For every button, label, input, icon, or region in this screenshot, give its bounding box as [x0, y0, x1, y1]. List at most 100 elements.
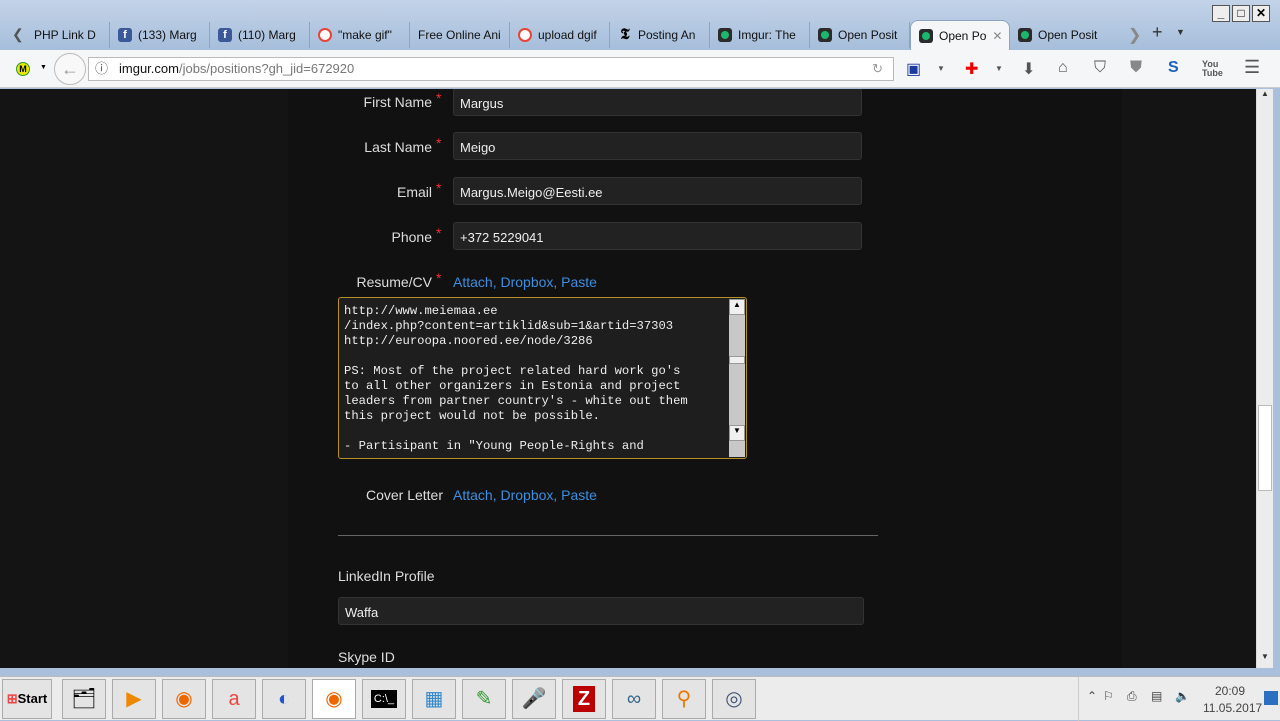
app-icon[interactable]: a [212, 679, 256, 719]
tab[interactable]: f (133) Marg [110, 22, 210, 48]
scroll-down-icon[interactable]: ▼ [729, 425, 745, 441]
navigation-bar: M ▼ ← ⓘ imgur.com/jobs/positions?gh_jid=6… [0, 50, 1280, 88]
explorer-icon[interactable]: 🗂 [62, 679, 106, 719]
tab-list-icon[interactable]: ▼ [1176, 27, 1185, 37]
volume-icon[interactable]: 🔈 [1175, 689, 1190, 703]
windows-icon: ⊞ [6, 691, 18, 706]
show-hidden-icons[interactable]: ⌃ [1087, 689, 1097, 703]
tab-bar: _ □ ✕ ❮ PHP Link D f (133) Marg f (110) Ma… [0, 0, 1280, 50]
media-player-icon[interactable]: ▶ [112, 679, 156, 719]
tab[interactable]: upload dgif [510, 22, 610, 48]
imgur-icon [818, 28, 832, 42]
extension-icon[interactable]: M [16, 62, 30, 76]
tab-label: Open Posit [838, 28, 898, 42]
download-icon[interactable]: ⬇ [1022, 59, 1035, 79]
maximize-button[interactable]: □ [1232, 5, 1250, 22]
notepad-icon[interactable]: ✎ [462, 679, 506, 719]
start-button[interactable]: ⊞Start [2, 679, 52, 719]
required-marker: * [436, 270, 442, 286]
scroll-up-icon[interactable]: ▲ [729, 299, 745, 315]
search-app-icon[interactable]: ⚲ [662, 679, 706, 719]
pocket-icon[interactable]: ⛉ [1094, 59, 1106, 77]
tab-scroll-left-icon[interactable]: ❮ [12, 26, 24, 43]
email-label: Email [396, 184, 432, 200]
phone-input[interactable]: +372 5229041 [453, 222, 862, 250]
url-path: /jobs/positions?gh_jid=672920 [178, 61, 355, 76]
tab-label: (110) Marg [238, 28, 296, 42]
resume-label: Resume/CV [356, 274, 432, 290]
dropdown-icon[interactable]: ▼ [40, 64, 47, 71]
linkedin-label: LinkedIn Profile [338, 568, 435, 584]
tab-label: Open Posit [1038, 28, 1098, 42]
microphone-icon[interactable]: 🎤 [512, 679, 556, 719]
network-icon[interactable]: ▤ [1151, 689, 1162, 703]
firefox-icon[interactable]: ◉ [162, 679, 206, 719]
tab-scroll-right-icon[interactable]: ❯ [1128, 25, 1141, 45]
tab[interactable]: f (110) Marg [210, 22, 310, 48]
app-icon[interactable]: ◎ [712, 679, 756, 719]
tab-label: PHP Link D [34, 28, 96, 42]
tab[interactable]: "make gif" [310, 22, 410, 48]
tab[interactable]: Open Posit [1010, 22, 1110, 48]
close-window-button[interactable]: ✕ [1252, 5, 1270, 22]
save-icon[interactable]: ▣ [906, 59, 921, 79]
tab-label: Free Online Ani [418, 28, 501, 42]
clock-date[interactable]: 11.05.2017 [1203, 701, 1262, 715]
clock-time[interactable]: 20:09 [1215, 684, 1245, 698]
last-name-input[interactable]: Meigo [453, 132, 862, 160]
tab[interactable]: Open Posit [810, 22, 910, 48]
youtube-icon[interactable]: You Tube [1202, 60, 1223, 78]
scroll-thumb[interactable] [1258, 405, 1272, 491]
home-icon[interactable]: ⌂ [1058, 59, 1068, 77]
tab-label: (133) Marg [138, 28, 197, 42]
url-domain: imgur.com [119, 61, 179, 76]
linkedin-input[interactable]: Waffa [338, 597, 864, 625]
skype-label: Skype ID [338, 649, 395, 665]
device-icon[interactable]: ⎙ [1127, 689, 1137, 704]
tab-active[interactable]: Open Po ✕ [910, 20, 1010, 50]
calculator-icon[interactable]: ▦ [412, 679, 456, 719]
flag-icon[interactable]: ⚐ [1103, 689, 1114, 703]
info-icon[interactable]: ⓘ [95, 58, 108, 80]
imgur-icon [919, 28, 933, 43]
facebook-icon: f [118, 28, 132, 42]
skype-icon[interactable]: S [1168, 59, 1179, 77]
close-tab-icon[interactable]: ✕ [992, 29, 1002, 43]
cover-letter-label: Cover Letter [365, 487, 443, 503]
tab[interactable]: Free Online Ani [410, 22, 510, 48]
tab[interactable]: PHP Link D [26, 22, 110, 48]
scroll-thumb[interactable] [729, 356, 745, 364]
first-aid-icon[interactable]: ✚ [965, 59, 978, 79]
show-desktop-icon[interactable] [1264, 691, 1278, 705]
scroll-down-icon[interactable]: ▼ [1257, 652, 1273, 668]
tab[interactable]: 𝕿 Posting An [610, 22, 710, 48]
tab[interactable]: Imgur: The [710, 22, 810, 48]
dropdown-icon[interactable]: ▼ [937, 64, 945, 73]
scroll-up-icon[interactable]: ▲ [1257, 89, 1273, 105]
app-icon[interactable]: ∞ [612, 679, 656, 719]
new-tab-icon[interactable]: + [1152, 22, 1163, 43]
nyt-icon: 𝕿 [620, 27, 630, 43]
required-marker: * [436, 90, 442, 106]
back-button[interactable]: ← [54, 53, 86, 85]
app-icon[interactable]: ◐ [262, 679, 306, 719]
url-bar[interactable]: ⓘ imgur.com/jobs/positions?gh_jid=672920 ↻ [88, 57, 894, 81]
minimize-button[interactable]: _ [1212, 5, 1230, 22]
textarea-scrollbar[interactable]: ▲ ▼ [729, 299, 745, 457]
page-scrollbar[interactable]: ▲ ▼ [1256, 89, 1273, 668]
reload-icon[interactable]: ↻ [872, 58, 883, 80]
email-input[interactable]: Margus.Meigo@Eesti.ee [453, 177, 862, 205]
terminal-icon[interactable]: C:\_ [362, 679, 406, 719]
dropdown-icon[interactable]: ▼ [995, 64, 1003, 73]
filezilla-icon[interactable]: Z [562, 679, 606, 719]
cover-letter-attach-links[interactable]: Attach, Dropbox, Paste [453, 487, 597, 503]
ublock-icon[interactable]: ⛊ [1130, 59, 1142, 77]
resume-textarea[interactable]: http://www.meiemaa.ee /index.php?content… [338, 297, 747, 459]
firefox-icon[interactable]: ◉ [312, 679, 356, 719]
first-name-input[interactable]: Margus [453, 89, 862, 116]
resume-text: http://www.meiemaa.ee /index.php?content… [344, 304, 688, 453]
required-marker: * [436, 135, 442, 151]
resume-attach-links[interactable]: Attach, Dropbox, Paste [453, 274, 597, 290]
divider [338, 535, 878, 536]
menu-icon[interactable]: ☰ [1244, 57, 1260, 78]
